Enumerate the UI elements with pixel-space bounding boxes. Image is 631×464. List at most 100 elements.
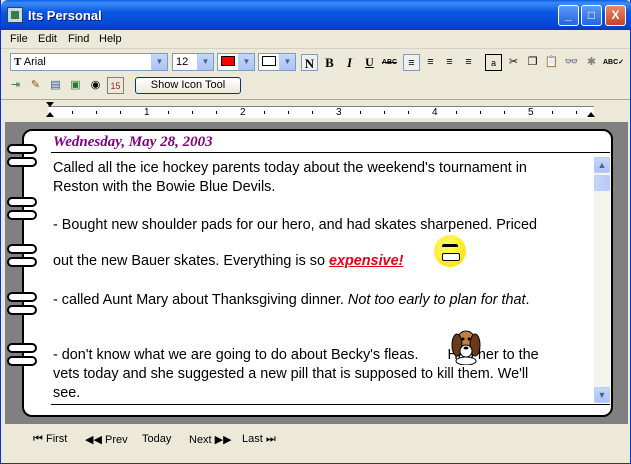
first-button[interactable]: ⏮ First <box>33 433 67 446</box>
chevron-down-icon[interactable]: ▼ <box>238 54 254 70</box>
chevron-down-icon[interactable]: ▼ <box>279 54 295 70</box>
find-icon[interactable]: 👓 <box>563 54 580 71</box>
rewind-icon: ◀◀ <box>85 434 105 446</box>
highlight-color-select[interactable]: ▼ <box>258 53 296 71</box>
binder-ring <box>7 343 37 353</box>
chevron-down-icon[interactable]: ▼ <box>151 54 167 70</box>
find-next-icon[interactable]: ✱ <box>583 54 600 71</box>
menu-bar: File Edit Find Help <box>1 30 630 49</box>
ruler-tick <box>504 111 505 114</box>
prev-button[interactable]: ◀◀ Prev <box>85 433 128 446</box>
binder-ring <box>7 305 37 315</box>
align-right-icon[interactable]: ≡ <box>460 54 477 71</box>
italic-button[interactable]: I <box>341 54 358 71</box>
font-size-value: 12 <box>176 56 189 68</box>
entry-line: see. <box>53 385 81 401</box>
ruler-tick <box>264 111 265 114</box>
title-bar[interactable]: Its Personal _ □ X <box>1 0 631 30</box>
menu-find[interactable]: Find <box>68 33 89 45</box>
entry-line: Called all the ice hockey parents today … <box>53 160 527 176</box>
color-swatch <box>221 56 235 66</box>
scroll-up-icon[interactable]: ▲ <box>594 157 610 173</box>
spellcheck-icon[interactable]: ABC✓ <box>603 54 624 71</box>
scroll-down-icon[interactable]: ▼ <box>594 387 610 403</box>
font-color-select[interactable]: ▼ <box>217 53 255 71</box>
align-justify-icon[interactable]: ≡ <box>441 54 458 71</box>
date-divider <box>51 152 610 153</box>
ruler-tick <box>480 111 481 114</box>
entry-italic-text: Not too early to plan for that <box>347 292 526 308</box>
entry-text: - don't know what we are going to do abo… <box>53 347 419 363</box>
skip-first-icon: ⏮ <box>33 433 46 445</box>
chevron-down-icon[interactable]: ▼ <box>197 54 213 70</box>
color-wheel-icon[interactable]: ◉ <box>87 77 104 94</box>
today-button[interactable]: Today <box>142 433 171 445</box>
align-center-icon[interactable]: ≡ <box>422 54 439 71</box>
binder-ring <box>7 144 37 154</box>
prev-label: Prev <box>104 434 128 446</box>
ruler-track[interactable]: 1 2 3 4 5 <box>48 106 594 118</box>
first-label: First <box>45 433 68 445</box>
ruler-tick <box>120 111 121 114</box>
font-size-select[interactable]: 12 ▼ <box>172 53 214 71</box>
last-button[interactable]: Last ⏭ <box>242 433 276 446</box>
expensive-text: expensive! <box>328 253 404 269</box>
next-button[interactable]: Next ▶▶ <box>189 433 232 446</box>
copy-icon[interactable]: ❐ <box>524 54 541 71</box>
paste-icon[interactable]: 📋 <box>543 54 560 71</box>
entry-line: - Bought new shoulder pads for our hero,… <box>53 217 537 233</box>
fast-forward-icon: ▶▶ <box>211 434 232 446</box>
entry-line: Reston with the Bowie Blue Devils. <box>53 179 276 195</box>
show-icon-tool-button[interactable]: Show Icon Tool <box>135 77 241 94</box>
calendar-icon[interactable]: 15 <box>107 77 124 94</box>
strikethrough-button[interactable]: ABC <box>381 54 398 71</box>
binder-ring <box>7 197 37 207</box>
left-indent-marker[interactable] <box>46 112 54 117</box>
minimize-button[interactable]: _ <box>558 5 579 26</box>
skip-last-icon: ⏭ <box>262 433 276 445</box>
entry-text-area[interactable]: Called all the ice hockey parents today … <box>53 157 588 404</box>
picture-icon[interactable]: ▣ <box>67 77 84 94</box>
dog-emoticon <box>451 330 481 365</box>
font-name-value: Arial <box>23 56 46 68</box>
entry-date: Wednesday, May 28, 2003 <box>53 134 213 150</box>
menu-edit[interactable]: Edit <box>38 33 57 45</box>
first-indent-marker[interactable] <box>46 102 54 107</box>
ruler-tick <box>552 111 553 114</box>
ruler-tick <box>96 111 97 114</box>
close-button[interactable]: X <box>605 5 626 26</box>
entry-line: vets today and she suggested a new pill … <box>53 366 529 382</box>
color-swatch <box>262 56 276 66</box>
menu-help[interactable]: Help <box>99 33 122 45</box>
binder-ring <box>7 244 37 254</box>
menu-file[interactable]: File <box>10 33 28 45</box>
navigation-bar: ⏮ First ◀◀ Prev Today Next ▶▶ Last ⏭ <box>1 424 630 463</box>
ruler-tick <box>576 111 577 114</box>
ruler-tick <box>456 111 457 114</box>
bold-button[interactable]: B <box>321 54 338 71</box>
underline-button[interactable]: U <box>361 54 378 71</box>
cut-icon[interactable]: ✂ <box>505 54 522 71</box>
last-label: Last <box>242 433 263 445</box>
right-indent-marker[interactable] <box>587 112 595 117</box>
align-left-icon[interactable]: ≡ <box>403 54 420 71</box>
scroll-thumb[interactable] <box>594 175 610 191</box>
text-box-icon[interactable]: a <box>485 54 502 71</box>
maximize-button[interactable]: □ <box>581 5 602 26</box>
ruler-number: 3 <box>336 107 342 118</box>
grimace-emoticon <box>434 235 466 267</box>
ruler-number: 5 <box>528 107 534 118</box>
format-toolbar: T Arial ▼ 12 ▼ ▼ ▼ N B I U ABC ≡ ≡ ≡ ≡ a… <box>1 50 630 74</box>
vertical-scrollbar[interactable]: ▲ ▼ <box>594 157 610 403</box>
document-icon[interactable]: ▤ <box>47 77 64 94</box>
font-name-select[interactable]: T Arial ▼ <box>10 53 168 71</box>
ruler-number: 1 <box>144 107 150 118</box>
entry-line: out the new Bauer skates. Everything is … <box>53 252 403 271</box>
insert-line-icon[interactable]: ⇥ <box>7 77 24 94</box>
ruler-tick <box>192 111 193 114</box>
app-icon[interactable] <box>7 7 23 23</box>
entry-line: - called Aunt Mary about Thanksgiving di… <box>53 291 530 310</box>
binder-ring <box>7 210 37 220</box>
edit-note-icon[interactable]: ✎ <box>27 77 44 94</box>
normal-button[interactable]: N <box>301 54 318 71</box>
